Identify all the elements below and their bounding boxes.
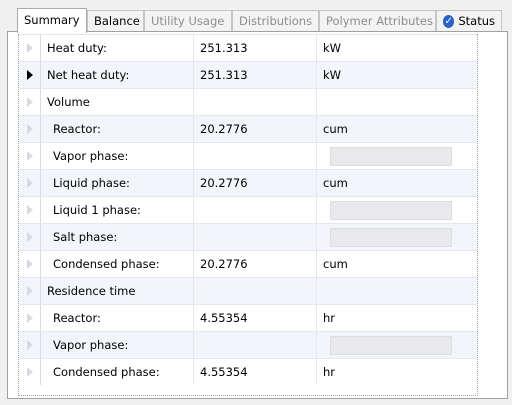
row-label: Salt phase: <box>53 230 118 244</box>
row-unit[interactable] <box>316 332 477 358</box>
row-selector[interactable] <box>19 278 41 304</box>
row-unit[interactable]: cum <box>316 170 477 196</box>
row-arrow-icon <box>27 43 33 53</box>
row-selector[interactable] <box>19 224 41 250</box>
unit-dropdown-empty[interactable] <box>330 228 452 247</box>
current-row-arrow-icon <box>27 70 33 80</box>
tab-label: Balance <box>94 14 140 28</box>
group-header-row[interactable]: Volume <box>19 88 477 115</box>
row-value <box>193 224 317 250</box>
row-arrow-icon <box>27 97 33 107</box>
tab-utility-usage[interactable]: Utility Usage <box>144 10 232 31</box>
group-header-row[interactable]: Residence time <box>19 277 477 304</box>
table-row[interactable]: Condensed phase: 20.2776 cum <box>19 250 477 277</box>
row-unit[interactable]: kW <box>316 62 477 88</box>
row-selector[interactable] <box>19 35 41 61</box>
row-label: Net heat duty: <box>47 68 130 82</box>
row-label: Vapor phase: <box>53 149 129 163</box>
row-value <box>193 143 317 169</box>
row-unit[interactable]: hr <box>316 305 477 331</box>
row-selector[interactable] <box>19 305 41 331</box>
tab-label: Utility Usage <box>151 14 225 28</box>
row-value: 20.2776 <box>193 251 317 277</box>
row-label: Reactor: <box>53 122 101 136</box>
row-arrow-icon <box>27 178 33 188</box>
row-value: 4.55354 <box>193 305 317 331</box>
row-unit[interactable] <box>316 224 477 250</box>
table-row[interactable]: Salt phase: <box>19 223 477 250</box>
row-label: Liquid phase: <box>53 176 130 190</box>
row-unit[interactable] <box>316 143 477 169</box>
results-grid: Heat duty: 251.313 kW Net heat duty: 251.313… <box>18 34 478 396</box>
row-value: 251.313 <box>193 62 317 88</box>
row-value <box>193 197 317 223</box>
table-row[interactable]: Vapor phase: <box>19 142 477 169</box>
table-row[interactable]: Net heat duty: 251.313 kW <box>19 61 477 88</box>
tab-label: Summary <box>24 13 80 27</box>
row-unit[interactable] <box>316 89 477 115</box>
table-row[interactable]: Reactor: 4.55354 hr <box>19 304 477 331</box>
row-label: Reactor: <box>53 311 101 325</box>
row-selector[interactable] <box>19 197 41 223</box>
unit-dropdown-empty[interactable] <box>330 147 452 166</box>
tab-label: Polymer Attributes <box>326 14 433 28</box>
row-value: 20.2776 <box>193 116 317 142</box>
row-unit[interactable] <box>316 197 477 223</box>
row-selector[interactable] <box>19 170 41 196</box>
tab-label: Status <box>458 14 495 28</box>
row-arrow-icon <box>27 340 33 350</box>
row-arrow-icon <box>27 151 33 161</box>
row-label: Condensed phase: <box>53 257 160 271</box>
table-row[interactable]: Vapor phase: <box>19 331 477 358</box>
results-panel: Heat duty: 251.313 kW Net heat duty: 251.313… <box>7 31 508 399</box>
row-label: Liquid 1 phase: <box>53 203 141 217</box>
row-label: Heat duty: <box>47 41 107 55</box>
row-label: Residence time <box>47 284 136 298</box>
row-unit[interactable]: cum <box>316 251 477 277</box>
row-value <box>193 89 317 115</box>
row-value: 20.2776 <box>193 170 317 196</box>
row-label: Condensed phase: <box>53 365 160 379</box>
tab-status[interactable]: ✓ Status <box>436 10 502 31</box>
row-value <box>193 332 317 358</box>
row-selector[interactable] <box>19 62 41 88</box>
row-label: Volume <box>47 95 90 109</box>
row-value <box>193 278 317 304</box>
row-selector[interactable] <box>19 89 41 115</box>
row-selector[interactable] <box>19 251 41 277</box>
row-arrow-icon <box>27 124 33 134</box>
row-value: 251.313 <box>193 35 317 61</box>
check-icon: ✓ <box>443 14 455 28</box>
tab-balance[interactable]: Balance <box>87 10 144 31</box>
row-arrow-icon <box>27 232 33 242</box>
table-row[interactable]: Liquid 1 phase: <box>19 196 477 223</box>
table-row[interactable]: Condensed phase: 4.55354 hr <box>19 358 477 385</box>
row-value: 4.55354 <box>193 359 317 385</box>
row-arrow-icon <box>27 367 33 377</box>
tab-summary[interactable]: Summary <box>17 8 87 33</box>
table-row[interactable]: Heat duty: 251.313 kW <box>19 34 477 61</box>
unit-dropdown-empty[interactable] <box>330 336 452 355</box>
row-selector[interactable] <box>19 359 41 385</box>
row-label: Vapor phase: <box>53 338 129 352</box>
unit-dropdown-empty[interactable] <box>330 201 452 220</box>
row-arrow-icon <box>27 205 33 215</box>
row-arrow-icon <box>27 313 33 323</box>
tab-bar: Summary Balance Utility Usage Distributi… <box>0 0 512 33</box>
table-row[interactable]: Liquid phase: 20.2776 cum <box>19 169 477 196</box>
row-unit[interactable]: cum <box>316 116 477 142</box>
tab-polymer-attributes[interactable]: Polymer Attributes <box>319 10 436 31</box>
row-selector[interactable] <box>19 116 41 142</box>
row-unit[interactable]: hr <box>316 359 477 385</box>
row-selector[interactable] <box>19 143 41 169</box>
row-unit[interactable] <box>316 278 477 304</box>
row-arrow-icon <box>27 259 33 269</box>
table-row[interactable]: Reactor: 20.2776 cum <box>19 115 477 142</box>
row-arrow-icon <box>27 286 33 296</box>
row-selector[interactable] <box>19 332 41 358</box>
tab-distributions[interactable]: Distributions <box>232 10 319 31</box>
row-unit[interactable]: kW <box>316 35 477 61</box>
tab-label: Distributions <box>239 14 313 28</box>
